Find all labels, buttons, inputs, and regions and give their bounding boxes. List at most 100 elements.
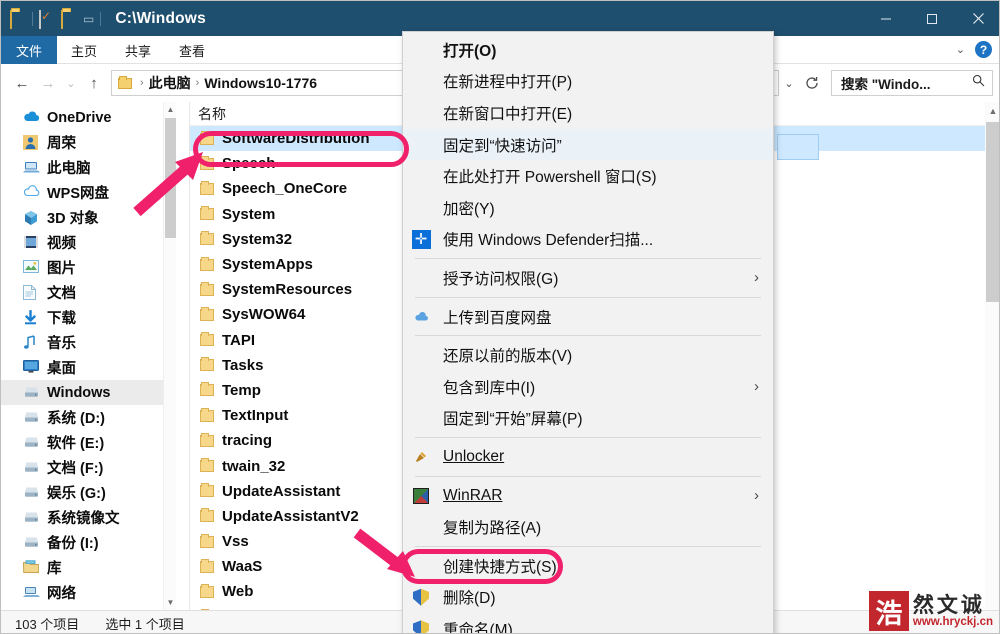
folder-icon <box>200 558 214 573</box>
recent-locations-icon[interactable]: ⌄ <box>61 70 81 96</box>
breadcrumb-separator: › <box>140 77 144 89</box>
search-icon[interactable] <box>972 74 985 92</box>
menu-item-18[interactable]: WinRAR › <box>403 480 773 512</box>
sidebar-item-12[interactable]: 系统 (D:) <box>1 405 176 430</box>
sidebar-item-label: 软件 (E:) <box>47 436 105 452</box>
menu-item-label: 在此处打开 Powershell 窗口(S) <box>443 169 657 187</box>
maximize-icon[interactable] <box>909 1 955 36</box>
sidebar-item-label: 此电脑 <box>47 161 91 177</box>
file-name-label: TextInput <box>222 407 289 425</box>
menu-item-5[interactable]: 加密(Y) <box>403 192 773 224</box>
menu-item-6[interactable]: ✛ 使用 Windows Defender扫描... <box>403 224 773 256</box>
back-arrow-icon[interactable]: ← <box>9 70 35 96</box>
file-name-label: SoftwareDistribution <box>222 130 370 148</box>
sidebar-item-label: OneDrive <box>47 109 112 126</box>
sidebar-item-1[interactable]: 周荣 <box>1 130 176 155</box>
folder-icon <box>200 306 214 321</box>
sidebar-item-11[interactable]: Windows <box>1 380 176 405</box>
chevron-down-icon[interactable]: ⌄ <box>779 70 799 96</box>
sidebar-item-5[interactable]: 视频 <box>1 230 176 255</box>
navigation-pane: OneDrive 周荣此电脑 WPS网盘 3D 对象 视频 图片 文档下载音乐 桌面 Windo… <box>1 102 176 610</box>
scrollbar-thumb[interactable] <box>986 122 999 302</box>
menu-item-21[interactable]: 创建快捷方式(S) <box>403 550 773 582</box>
sidebar-item-16[interactable]: 系统镜像文 <box>1 505 176 530</box>
sidebar-item-3[interactable]: WPS网盘 <box>1 180 176 205</box>
folder-icon <box>200 483 214 498</box>
sidebar-item-label: Windows <box>47 384 111 401</box>
sidebar-item-10[interactable]: 桌面 <box>1 355 176 380</box>
menu-item-19[interactable]: 复制为路径(A) <box>403 511 773 543</box>
sidebar-item-label: 网络 <box>47 586 76 602</box>
sidebar-item-9[interactable]: 音乐 <box>1 330 176 355</box>
menu-item-10[interactable]: 上传到百度网盘 <box>403 301 773 333</box>
user-icon <box>23 134 40 151</box>
help-icon[interactable]: ? <box>975 41 992 58</box>
dropdown-icon[interactable]: ▭ <box>83 13 94 25</box>
menu-item-1[interactable]: 在新进程中打开(P) <box>403 66 773 98</box>
menu-item-label: 复制为路径(A) <box>443 520 542 538</box>
drive-icon <box>23 485 40 501</box>
sidebar-item-8[interactable]: 下载 <box>1 305 176 330</box>
menu-item-label: 上传到百度网盘 <box>443 309 552 327</box>
chevron-up-icon[interactable]: ▲ <box>164 102 177 117</box>
file-name-label: Vss <box>222 533 249 551</box>
unlocker-icon <box>409 450 433 464</box>
folder-icon[interactable] <box>10 9 26 29</box>
menu-item-label: 重命名(M) <box>443 621 513 634</box>
menu-item-23[interactable]: 重命名(M) <box>403 613 773 634</box>
list-scrollbar[interactable]: ▲ <box>985 102 999 610</box>
tab-view[interactable]: 查看 <box>165 36 219 64</box>
menu-item-3[interactable]: 固定到“快速访问” <box>403 128 773 161</box>
file-name-label: SysWOW64 <box>222 306 306 324</box>
chevron-down-icon[interactable]: ⌄ <box>956 43 965 56</box>
folder-icon <box>200 432 214 447</box>
sidebar-item-2[interactable]: 此电脑 <box>1 155 176 180</box>
sidebar-item-label: 下载 <box>47 311 76 327</box>
sidebar-item-0[interactable]: OneDrive <box>1 105 176 130</box>
sidebar-item-14[interactable]: 文档 (F:) <box>1 455 176 480</box>
chevron-down-icon[interactable]: ▼ <box>164 595 177 610</box>
menu-item-13[interactable]: 包含到库中(I) › <box>403 371 773 403</box>
sidebar-item-7[interactable]: 文档 <box>1 280 176 305</box>
menu-item-16[interactable]: Unlocker <box>403 441 773 473</box>
breadcrumb-segment-drive[interactable]: Windows10-1776 <box>204 75 317 91</box>
sidebar-item-13[interactable]: 软件 (E:) <box>1 430 176 455</box>
sidebar-item-4[interactable]: 3D 对象 <box>1 205 176 230</box>
menu-item-8[interactable]: 授予访问权限(G) › <box>403 262 773 294</box>
menu-separator <box>415 475 761 477</box>
search-placeholder: 搜索 "Windo... <box>841 77 931 92</box>
tab-home[interactable]: 主页 <box>57 36 111 64</box>
file-name-label: Speech <box>222 155 276 173</box>
menu-item-label: 固定到“快速访问” <box>443 137 562 155</box>
menu-item-14[interactable]: 固定到“开始”屏幕(P) <box>403 403 773 435</box>
menu-item-4[interactable]: 在此处打开 Powershell 窗口(S) <box>403 160 773 192</box>
nav-scrollbar[interactable]: ▲ ▼ <box>163 102 176 610</box>
folder-icon <box>200 256 214 271</box>
menu-item-0[interactable]: 打开(O) <box>403 34 773 66</box>
search-input[interactable]: 搜索 "Windo... <box>831 70 993 96</box>
chevron-right-icon: › <box>754 487 759 505</box>
close-icon[interactable] <box>955 1 999 36</box>
tab-share[interactable]: 共享 <box>111 36 165 64</box>
menu-item-label: 授予访问权限(G) <box>443 270 559 288</box>
breadcrumb-segment-this-pc[interactable]: 此电脑 <box>149 73 191 93</box>
chevron-up-icon[interactable]: ▲ <box>985 102 999 120</box>
sidebar-item-19[interactable]: 网络 <box>1 580 176 605</box>
sidebar-item-15[interactable]: 娱乐 (G:) <box>1 480 176 505</box>
folder-icon[interactable] <box>61 9 77 29</box>
sidebar-item-17[interactable]: 备份 (I:) <box>1 530 176 555</box>
minimize-icon[interactable] <box>863 1 909 36</box>
file-name-label: Temp <box>222 381 261 399</box>
up-arrow-icon[interactable]: ↑ <box>81 70 107 96</box>
tab-file[interactable]: 文件 <box>1 36 57 64</box>
menu-item-label: 在新窗口中打开(E) <box>443 105 573 123</box>
menu-item-22[interactable]: 删除(D) <box>403 582 773 614</box>
sidebar-item-6[interactable]: 图片 <box>1 255 176 280</box>
scrollbar-thumb[interactable] <box>165 118 176 238</box>
refresh-icon[interactable] <box>799 70 825 96</box>
menu-item-12[interactable]: 还原以前的版本(V) <box>403 339 773 371</box>
properties-icon[interactable] <box>39 9 55 29</box>
menu-item-2[interactable]: 在新窗口中打开(E) <box>403 97 773 129</box>
sidebar-item-18[interactable]: 库 <box>1 555 176 580</box>
forward-arrow-icon[interactable]: → <box>35 70 61 96</box>
